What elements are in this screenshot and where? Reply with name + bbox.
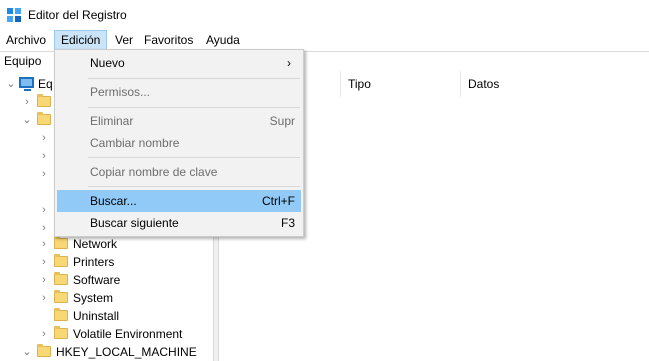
folder-icon xyxy=(54,254,68,267)
tree-item-label: Printers xyxy=(73,255,115,269)
folder-icon xyxy=(54,326,68,339)
chevron-right-icon[interactable]: › xyxy=(39,325,49,343)
chevron-right-icon: › xyxy=(287,56,291,70)
column-header-datos[interactable]: Datos xyxy=(461,71,649,97)
menu-item-label: Buscar... xyxy=(90,194,137,208)
tree-item-label: Eq xyxy=(38,77,53,91)
tree-item-label: Volatile Environment xyxy=(73,327,183,341)
tree-item-software[interactable]: › Software xyxy=(0,271,213,289)
menu-edicion[interactable]: Edición xyxy=(54,30,107,50)
chevron-right-icon[interactable]: › xyxy=(39,147,49,165)
tree-item-label: Software xyxy=(73,273,121,287)
registry-editor-icon xyxy=(7,8,21,22)
chevron-right-icon[interactable]: › xyxy=(39,129,49,147)
menu-item-permisos[interactable]: Permisos... xyxy=(57,81,301,103)
menu-archivo[interactable]: Archivo xyxy=(0,30,52,50)
chevron-right-icon[interactable]: › xyxy=(39,165,49,183)
computer-icon xyxy=(19,77,34,91)
edit-menu-dropdown: Nuevo › Permisos... Eliminar Supr Cambia… xyxy=(54,49,304,237)
menu-item-buscar[interactable]: Buscar... Ctrl+F xyxy=(57,190,301,212)
menu-favoritos[interactable]: Favoritos xyxy=(138,30,199,50)
folder-icon xyxy=(54,236,68,249)
chevron-right-icon[interactable]: › xyxy=(39,235,49,253)
menu-item-buscar-siguiente[interactable]: Buscar siguiente F3 xyxy=(57,212,301,234)
folder-icon xyxy=(37,94,51,107)
folder-icon xyxy=(37,112,51,125)
menu-separator xyxy=(88,78,300,79)
menu-item-shortcut: F3 xyxy=(280,216,295,230)
chevron-right-icon[interactable]: › xyxy=(39,201,49,219)
menu-item-nuevo[interactable]: Nuevo › xyxy=(57,52,301,74)
tree-item-label: Uninstall xyxy=(73,309,120,323)
chevron-right-icon[interactable]: › xyxy=(39,271,49,289)
menu-ver[interactable]: Ver xyxy=(109,30,139,50)
menu-separator xyxy=(88,107,300,108)
menu-item-shortcut: Supr xyxy=(269,114,295,128)
window-title: Editor del Registro xyxy=(28,8,127,22)
address-path: Equipo xyxy=(4,54,42,68)
tree-item-printers[interactable]: › Printers xyxy=(0,253,213,271)
tree-item-label: HKEY_LOCAL_MACHINE xyxy=(56,345,197,359)
chevron-down-icon[interactable]: ⌄ xyxy=(6,75,16,93)
folder-icon xyxy=(54,308,68,321)
tree-item-system[interactable]: › System xyxy=(0,289,213,307)
menu-item-label: Nuevo xyxy=(90,56,125,70)
menu-item-eliminar[interactable]: Eliminar Supr xyxy=(57,110,301,132)
chevron-right-icon[interactable]: › xyxy=(39,289,49,307)
chevron-down-icon[interactable]: ⌄ xyxy=(22,111,32,129)
menu-item-copiar-nombre-clave[interactable]: Copiar nombre de clave xyxy=(57,161,301,183)
title-bar: Editor del Registro xyxy=(0,0,649,30)
menu-separator xyxy=(88,186,300,187)
menu-bar: Archivo Edición Ver Favoritos Ayuda xyxy=(0,30,649,50)
menu-item-shortcut: Ctrl+F xyxy=(262,194,295,208)
tree-item-label: System xyxy=(73,291,114,305)
menu-item-cambiar-nombre[interactable]: Cambiar nombre xyxy=(57,132,301,154)
tree-item-uninstall[interactable]: Uninstall xyxy=(0,307,213,325)
folder-icon xyxy=(54,290,68,303)
menu-item-label: Eliminar xyxy=(90,114,134,128)
menu-item-label: Cambiar nombre xyxy=(90,136,180,150)
chevron-right-icon[interactable]: › xyxy=(22,93,32,111)
tree-item-label: Network xyxy=(73,237,118,251)
menu-ayuda[interactable]: Ayuda xyxy=(200,30,246,50)
menu-item-label: Copiar nombre de clave xyxy=(90,165,218,179)
tree-item-volatile-environment[interactable]: › Volatile Environment xyxy=(0,325,213,343)
column-header-tipo[interactable]: Tipo xyxy=(341,71,461,97)
tree-item-hklm[interactable]: ⌄ HKEY_LOCAL_MACHINE xyxy=(0,343,213,361)
menu-separator xyxy=(88,157,300,158)
chevron-down-icon[interactable]: ⌄ xyxy=(22,343,32,361)
tree-item-network[interactable]: › Network xyxy=(0,235,213,253)
menu-item-label: Buscar siguiente xyxy=(90,216,179,230)
folder-icon xyxy=(37,344,51,357)
menu-item-label: Permisos... xyxy=(90,85,151,99)
folder-icon xyxy=(54,272,68,285)
chevron-right-icon[interactable]: › xyxy=(39,253,49,271)
